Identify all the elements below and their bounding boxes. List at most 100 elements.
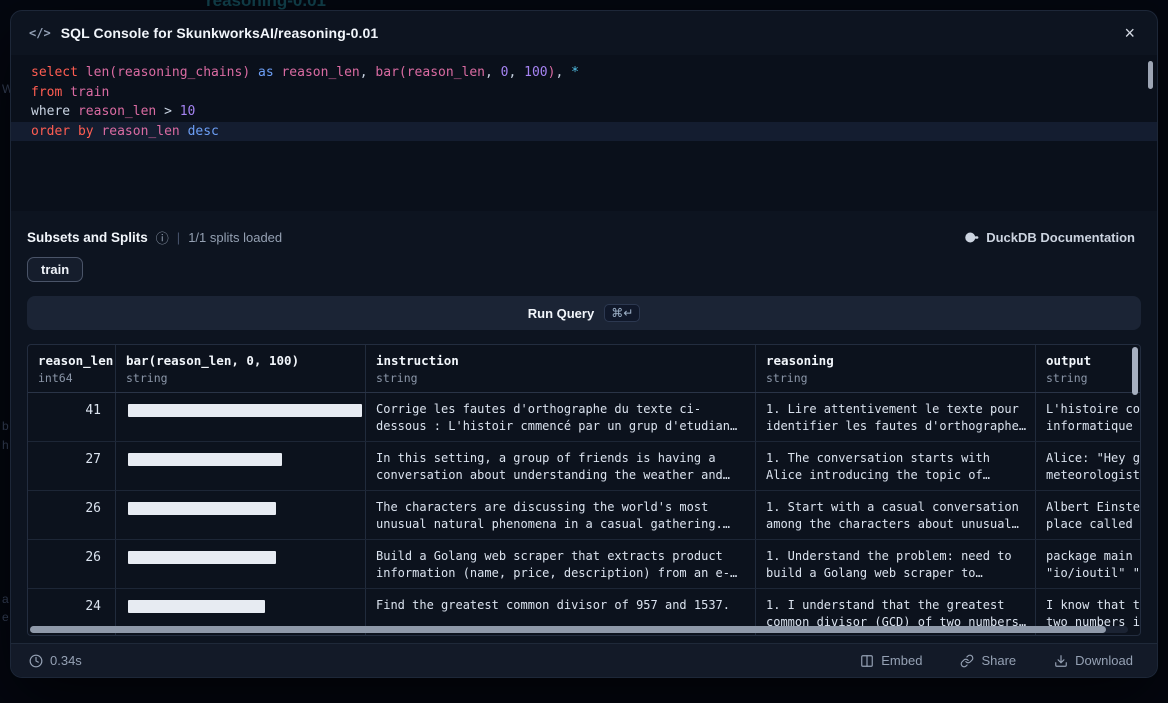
- code-token: where: [31, 104, 78, 119]
- modal-header: </> SQL Console for SkunkworksAI/reasoni…: [11, 11, 1157, 55]
- bar-fill: [128, 404, 362, 417]
- code-token: bar(reason_len: [375, 65, 485, 80]
- console-footer: 0.34s Embed Share Down: [11, 643, 1157, 677]
- code-token: [250, 65, 258, 80]
- divider: |: [177, 230, 180, 245]
- table-row[interactable]: 26The characters are discussing the worl…: [28, 491, 1141, 540]
- query-time-value: 0.34s: [50, 653, 82, 668]
- code-token: ,: [555, 65, 571, 80]
- split-chip-train[interactable]: train: [27, 257, 83, 282]
- download-button[interactable]: Download: [1048, 652, 1139, 669]
- download-label: Download: [1075, 653, 1133, 668]
- bar-fill: [128, 502, 276, 515]
- code-token: 100: [524, 65, 547, 80]
- column-name: reason_len: [38, 353, 105, 368]
- code-token: reason_len: [78, 104, 156, 119]
- table-row[interactable]: 27 In this setting, a group of friends is…: [28, 442, 1141, 491]
- code-line[interactable]: from train: [11, 83, 1157, 103]
- reasoning-cell: 1. Lire attentivement le texte pour iden…: [756, 393, 1036, 441]
- kbd-shortcut: ⌘↵: [604, 304, 640, 322]
- code-token: select: [31, 65, 86, 80]
- info-icon[interactable]: ⓘ: [156, 228, 169, 247]
- embed-button[interactable]: Embed: [854, 652, 928, 669]
- download-icon: [1054, 654, 1068, 668]
- reasoning-cell: 1. Start with a casual conversation amon…: [756, 491, 1036, 539]
- code-token: reason_len: [281, 65, 359, 80]
- column-type: string: [766, 371, 1025, 385]
- code-line[interactable]: where reason_len > 10: [11, 102, 1157, 122]
- query-time: 0.34s: [29, 653, 82, 668]
- column-name: bar(reason_len, 0, 100): [126, 353, 355, 368]
- reasoning-cell: 1. Understand the problem: need to build…: [756, 540, 1036, 588]
- modal-title: SQL Console for SkunkworksAI/reasoning-0…: [61, 25, 1111, 41]
- background-fragment: a: [2, 592, 9, 606]
- output-cell: Alice: "Hey g meteorologist: [1036, 442, 1141, 490]
- embed-icon: [860, 654, 874, 668]
- clock-icon: [29, 654, 43, 668]
- column-type: string: [376, 371, 745, 385]
- code-token: ,: [360, 65, 376, 80]
- bar-fill: [128, 551, 276, 564]
- output-cell: package main "io/ioutil" ": [1036, 540, 1141, 588]
- close-icon[interactable]: ×: [1120, 24, 1139, 42]
- column-header-reason_len[interactable]: reason_len int64: [28, 345, 116, 392]
- splits-loaded-status: 1/1 splits loaded: [188, 230, 282, 245]
- column-header-bar[interactable]: bar(reason_len, 0, 100)string: [116, 345, 366, 392]
- column-name: output: [1046, 353, 1141, 368]
- console-content: Subsets and Splits ⓘ | 1/1 splits loaded…: [11, 211, 1157, 636]
- output-cell: L'histoire co informatique: [1036, 393, 1141, 441]
- reason-len-cell: 27: [28, 442, 116, 490]
- bar-cell: [116, 393, 366, 441]
- share-label: Share: [981, 653, 1016, 668]
- column-name: instruction: [376, 353, 745, 368]
- output-cell: Albert Einste place called: [1036, 491, 1141, 539]
- table-horizontal-scrollbar[interactable]: [30, 626, 1128, 633]
- bar-cell: [116, 540, 366, 588]
- background-fragment: b: [2, 419, 9, 433]
- duckdb-logo-icon: [964, 230, 979, 245]
- table-row[interactable]: 41Corrige les fautes d'orthographe du te…: [28, 393, 1141, 442]
- bar-fill: [128, 600, 265, 613]
- share-button[interactable]: Share: [954, 652, 1022, 669]
- page-background: { "background": { "fragments": [ {"text"…: [0, 0, 1168, 703]
- background-fragment: e: [2, 610, 9, 624]
- reason-len-cell: 41: [28, 393, 116, 441]
- code-token: 10: [180, 104, 196, 119]
- table-row[interactable]: 26Build a Golang web scraper that extrac…: [28, 540, 1141, 589]
- column-header-reasoning[interactable]: reasoningstring: [756, 345, 1036, 392]
- footer-actions: Embed Share Download: [854, 652, 1139, 669]
- sql-editor[interactable]: select len(reasoning_chains) as reason_l…: [11, 55, 1157, 211]
- bar-cell: [116, 491, 366, 539]
- code-token: ,: [508, 65, 524, 80]
- code-token: reason_len: [101, 124, 179, 139]
- code-token: *: [571, 65, 579, 80]
- table-header-row: reason_lenint64bar(reason_len, 0, 100)st…: [28, 345, 1141, 393]
- background-fragment: h: [2, 438, 9, 452]
- duckdb-doc-label: DuckDB Documentation: [986, 230, 1135, 245]
- code-token: from: [31, 85, 70, 100]
- code-token: train: [70, 85, 109, 100]
- subsets-row: Subsets and Splits ⓘ | 1/1 splits loaded…: [27, 227, 1141, 247]
- reason-len-cell: 26: [28, 491, 116, 539]
- instruction-cell: In this setting, a group of friends is h…: [366, 442, 756, 490]
- table-body: 41Corrige les fautes d'orthographe du te…: [28, 393, 1140, 636]
- horizontal-scrollbar-thumb[interactable]: [30, 626, 1106, 633]
- sql-console-modal: </> SQL Console for SkunkworksAI/reasoni…: [10, 10, 1158, 678]
- code-token: len(reasoning_chains): [86, 65, 250, 80]
- column-type: int64: [38, 371, 105, 385]
- code-line[interactable]: order by reason_len desc: [11, 122, 1157, 142]
- column-header-output[interactable]: outputstring: [1036, 345, 1141, 392]
- code-token: [180, 124, 188, 139]
- duckdb-documentation-link[interactable]: DuckDB Documentation: [958, 229, 1141, 246]
- column-header-instruction[interactable]: instruction string: [366, 345, 756, 392]
- run-query-button[interactable]: Run Query ⌘↵: [27, 296, 1141, 330]
- code-icon: </>: [29, 26, 51, 40]
- table-vertical-scrollbar[interactable]: [1132, 347, 1138, 395]
- reasoning-cell: 1. The conversation starts with Alice in…: [756, 442, 1036, 490]
- code-line[interactable]: select len(reasoning_chains) as reason_l…: [11, 63, 1157, 83]
- code-token: order by: [31, 124, 101, 139]
- sql-editor-lines: select len(reasoning_chains) as reason_l…: [11, 63, 1157, 141]
- editor-scrollbar[interactable]: [1148, 61, 1153, 89]
- instruction-cell: Build a Golang web scraper that extracts…: [366, 540, 756, 588]
- code-token: desc: [188, 124, 219, 139]
